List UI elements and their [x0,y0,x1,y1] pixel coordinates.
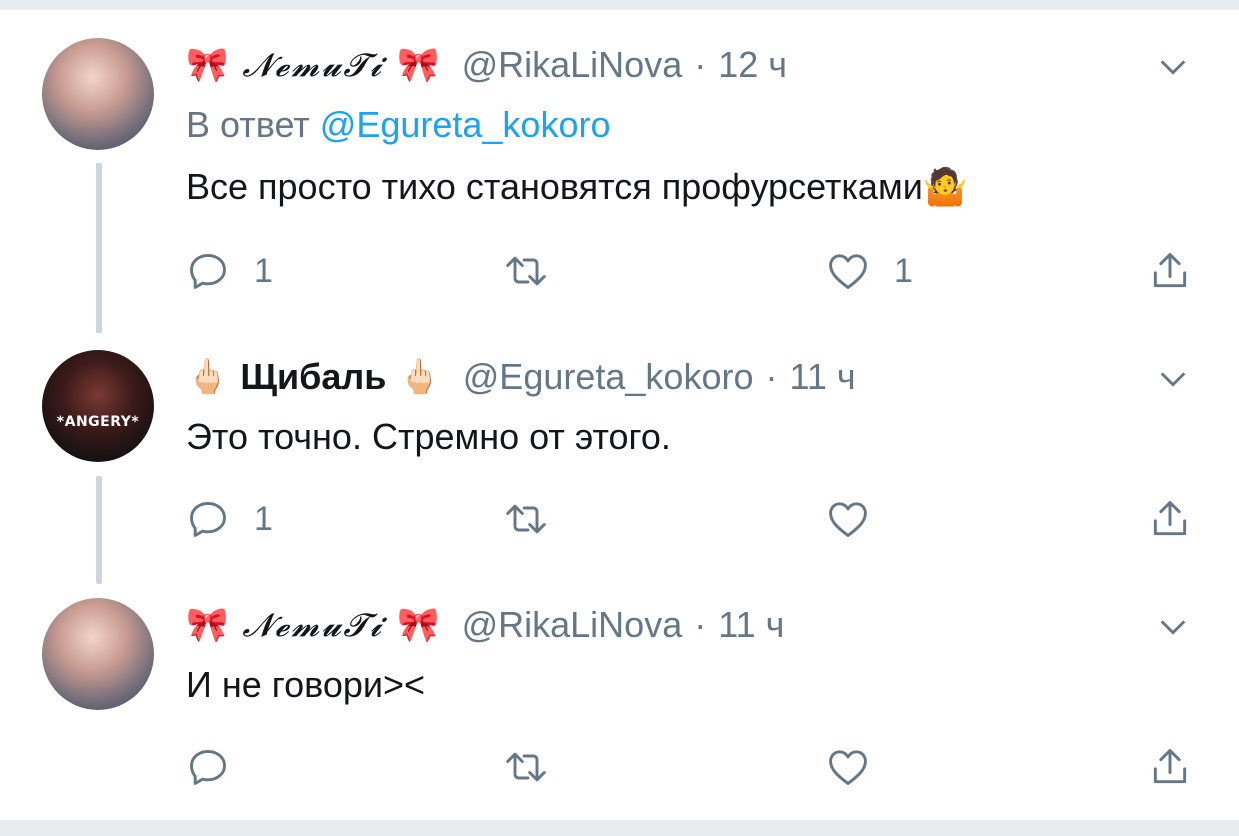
display-name[interactable]: 𝓝𝓮𝓶𝓾𝓣𝓲 [242,46,383,85]
avatar[interactable]: *ANGERY* [42,350,154,462]
heart-icon [829,750,867,785]
reply-button[interactable] [186,742,254,792]
avatar[interactable] [42,598,154,710]
action-bar: 1 [186,494,1196,544]
retweet-button[interactable] [504,494,548,544]
ribbon-emoji: 🎀 [186,46,229,84]
user-handle[interactable]: @RikaLiNova [462,604,683,646]
middle-finger-emoji: 🖕🏻 [398,358,441,396]
share-button[interactable] [1148,742,1192,792]
tweet-text: Все просто тихо становятся профурсетками… [186,166,968,207]
middle-finger-emoji: 🖕🏻 [186,358,229,396]
action-bar [186,742,1196,792]
timestamp[interactable]: 12 ч [718,44,787,86]
reply-count: 1 [254,499,273,538]
share-button[interactable] [1148,494,1192,544]
tweet-header: 🎀 𝓝𝓮𝓶𝓾𝓣𝓲 🎀 @RikaLiNova · 12 ч [186,40,787,90]
tweet-text: Это точно. Стремно от этого. [186,416,671,457]
display-name[interactable]: Щибаль [240,356,386,398]
reply-prefix: В ответ [186,104,310,145]
separator-dot: · [765,356,778,397]
tweet-text: И не говори>< [186,664,426,705]
retweet-icon [506,256,546,286]
retweet-button[interactable] [504,742,548,792]
action-bar: 1 1 [186,246,1196,296]
user-handle[interactable]: @RikaLiNova [462,44,683,86]
heart-icon [829,254,867,289]
reply-icon [190,749,226,785]
tweet-header: 🖕🏻 Щибаль 🖕🏻 @Egureta_kokoro · 11 ч [186,352,856,402]
retweet-icon [506,504,546,534]
reply-icon [190,253,226,289]
reply-context: В ответ @Egureta_kokoro [186,104,611,146]
chevron-down-icon[interactable] [1156,610,1190,644]
like-count: 1 [894,251,913,290]
timestamp[interactable]: 11 ч [718,604,784,646]
user-handle[interactable]: @Egureta_kokoro [463,356,754,398]
chevron-down-icon[interactable] [1156,50,1190,84]
share-icon [1153,501,1187,536]
separator-dot: · [694,44,707,85]
ribbon-emoji: 🎀 [397,46,440,84]
reply-icon [190,501,226,537]
share-button[interactable] [1148,246,1192,296]
thread-line [96,476,102,584]
heart-icon [829,502,867,537]
avatar[interactable] [42,38,154,150]
retweet-icon [506,752,546,782]
share-icon [1153,253,1187,288]
reply-button[interactable]: 1 [186,246,273,296]
tweet-header: 🎀 𝓝𝓮𝓶𝓾𝓣𝓲 🎀 @RikaLiNova · 11 ч [186,600,784,650]
share-icon [1153,749,1187,784]
separator-dot: · [694,604,707,645]
reply-count: 1 [254,251,273,290]
like-button[interactable] [826,742,894,792]
ribbon-emoji: 🎀 [397,606,440,644]
reply-button[interactable]: 1 [186,494,273,544]
like-button[interactable] [826,494,894,544]
like-button[interactable]: 1 [826,246,913,296]
reply-mention-link[interactable]: @Egureta_kokoro [320,104,611,145]
avatar-caption: *ANGERY* [56,414,140,430]
ribbon-emoji: 🎀 [186,606,229,644]
thread-line [96,163,102,333]
retweet-button[interactable] [504,246,548,296]
display-name[interactable]: 𝓝𝓮𝓶𝓾𝓣𝓲 [242,606,383,645]
timestamp[interactable]: 11 ч [789,356,855,398]
bottom-divider [0,820,1239,836]
chevron-down-icon[interactable] [1156,362,1190,396]
top-divider [0,0,1239,10]
